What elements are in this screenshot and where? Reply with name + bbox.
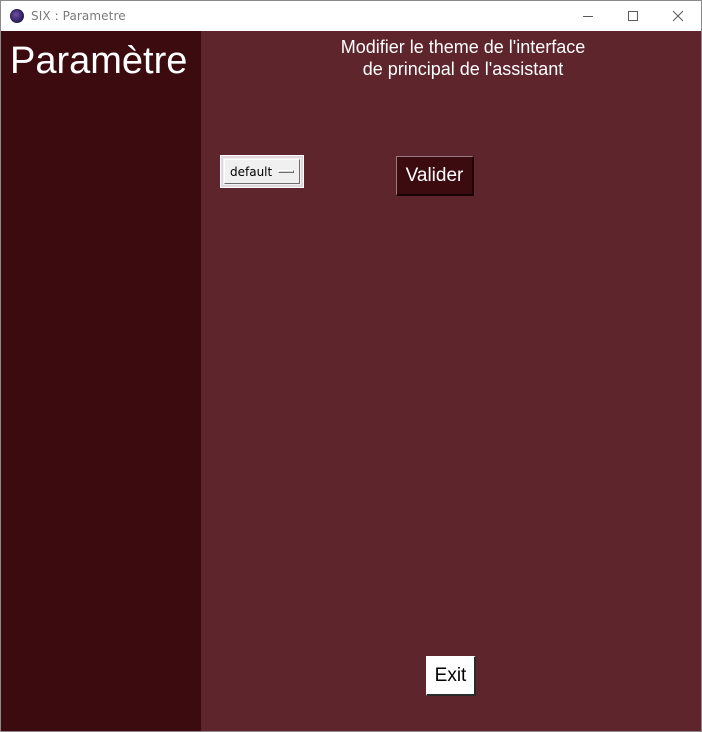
theme-dropdown-value: default [230,165,273,179]
exit-button[interactable]: Exit [426,656,476,696]
minimize-icon [583,16,593,17]
close-button[interactable] [655,1,701,31]
app-globe-icon [10,9,24,23]
heading-line-1: Modifier le theme de l'interface [340,37,586,57]
heading-line-2: de principal de l'assistant [362,59,564,79]
option-menu-indicator-icon [278,170,294,173]
validate-button[interactable]: Valider [396,156,474,196]
maximize-button[interactable] [610,1,656,31]
close-icon [672,10,684,22]
maximize-icon [628,11,638,21]
page-title: Paramètre [10,40,188,82]
theme-dropdown[interactable]: default [220,155,304,188]
title-bar[interactable]: SIX : Parametre [1,1,701,31]
minimize-button[interactable] [565,1,611,31]
app-window: SIX : Parametre Paramètre Modifier le th… [0,0,702,732]
main-panel: Modifier le theme de l'interface de prin… [201,31,701,731]
window-title: SIX : Parametre [31,9,126,23]
section-heading: Modifier le theme de l'interface de prin… [281,36,645,80]
sidebar: Paramètre [1,31,201,731]
